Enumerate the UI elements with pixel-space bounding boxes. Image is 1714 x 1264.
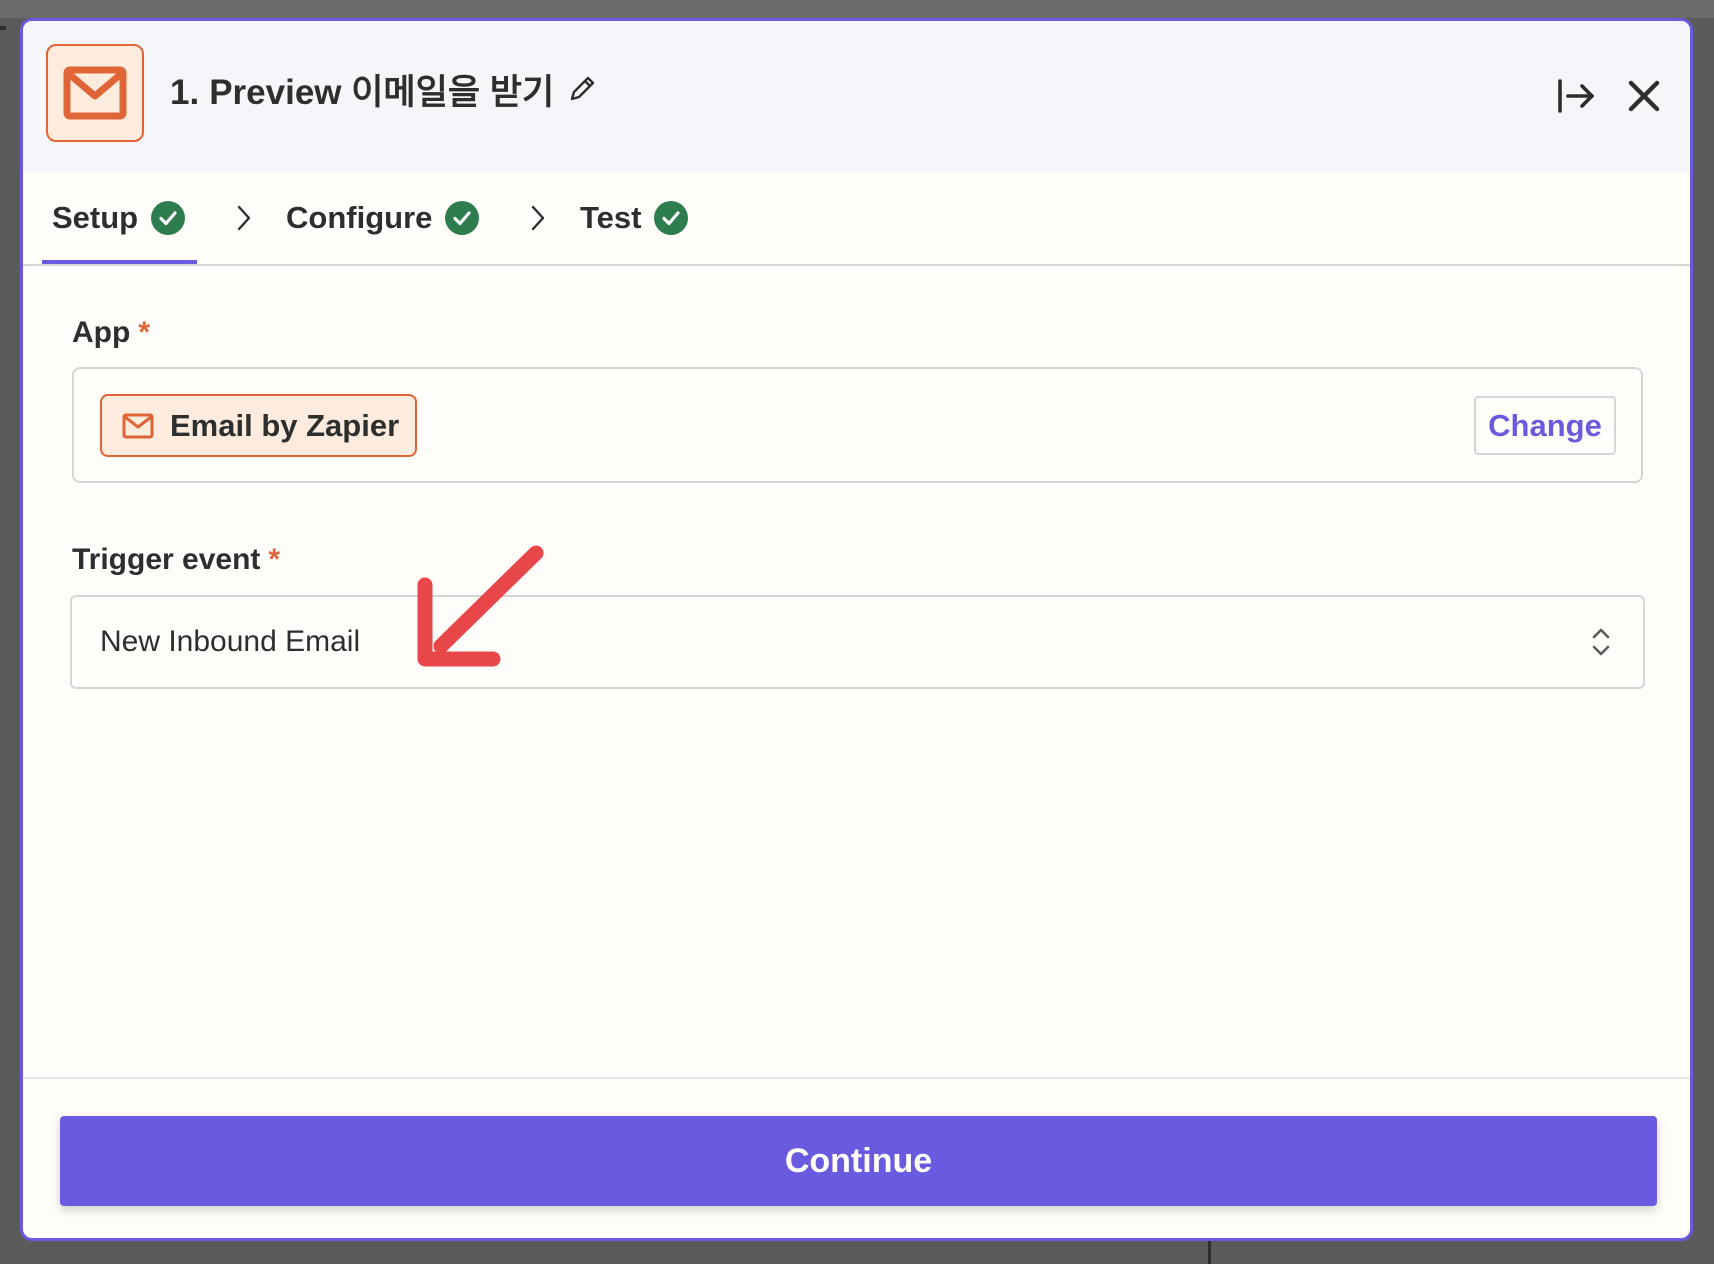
step-number: 1. (170, 73, 200, 112)
envelope-icon (63, 66, 127, 120)
required-mark: * (138, 316, 151, 349)
tab-label: Test (580, 200, 642, 235)
close-icon (1628, 80, 1660, 112)
check-circle-icon (654, 201, 689, 235)
tab-setup[interactable]: Setup (52, 172, 186, 264)
check-circle-icon (445, 201, 480, 235)
trigger-label-text: Trigger event (72, 543, 261, 576)
step-title-text[interactable]: Preview 이메일을 받기 (209, 73, 554, 112)
tab-test[interactable]: Test (580, 172, 689, 264)
pencil-icon[interactable] (568, 68, 598, 116)
trigger-event-label: Trigger event * (72, 543, 280, 577)
trigger-event-value: New Inbound Email (100, 625, 361, 658)
step-title: 1. Preview 이메일을 받기 (170, 69, 598, 117)
select-caret-icon (1589, 625, 1613, 659)
tab-label: Configure (286, 200, 433, 235)
step-tabs: Setup Configure Test (23, 172, 1690, 266)
app-field: Email by Zapier Change (72, 367, 1643, 483)
required-mark: * (268, 543, 281, 576)
tab-configure[interactable]: Configure (286, 172, 480, 264)
exit-panel-button[interactable] (1553, 73, 1599, 119)
panel-header: 1. Preview 이메일을 받기 (23, 21, 1690, 172)
step-editor-panel: 1. Preview 이메일을 받기 Setup Configure Test … (20, 18, 1693, 1241)
tab-label: Setup (52, 200, 139, 235)
backdrop-top (0, 0, 1714, 18)
change-app-button[interactable]: Change (1474, 396, 1616, 455)
chevron-right-icon (230, 202, 258, 234)
trigger-event-select[interactable]: New Inbound Email (70, 595, 1645, 689)
selected-app-name: Email by Zapier (170, 407, 400, 443)
close-button[interactable] (1621, 73, 1667, 119)
envelope-icon (122, 413, 154, 439)
backdrop-line (1208, 1240, 1211, 1264)
active-tab-indicator (42, 260, 197, 264)
backdrop-mark (0, 26, 6, 30)
chevron-right-icon (524, 202, 552, 234)
check-circle-icon (151, 201, 186, 235)
exit-panel-icon (1558, 79, 1594, 113)
app-icon (46, 44, 144, 142)
footer-divider (23, 1077, 1690, 1079)
continue-button[interactable]: Continue (60, 1116, 1657, 1206)
app-field-label: App * (72, 316, 150, 350)
selected-app-chip: Email by Zapier (100, 394, 418, 457)
app-label-text: App (72, 316, 131, 349)
